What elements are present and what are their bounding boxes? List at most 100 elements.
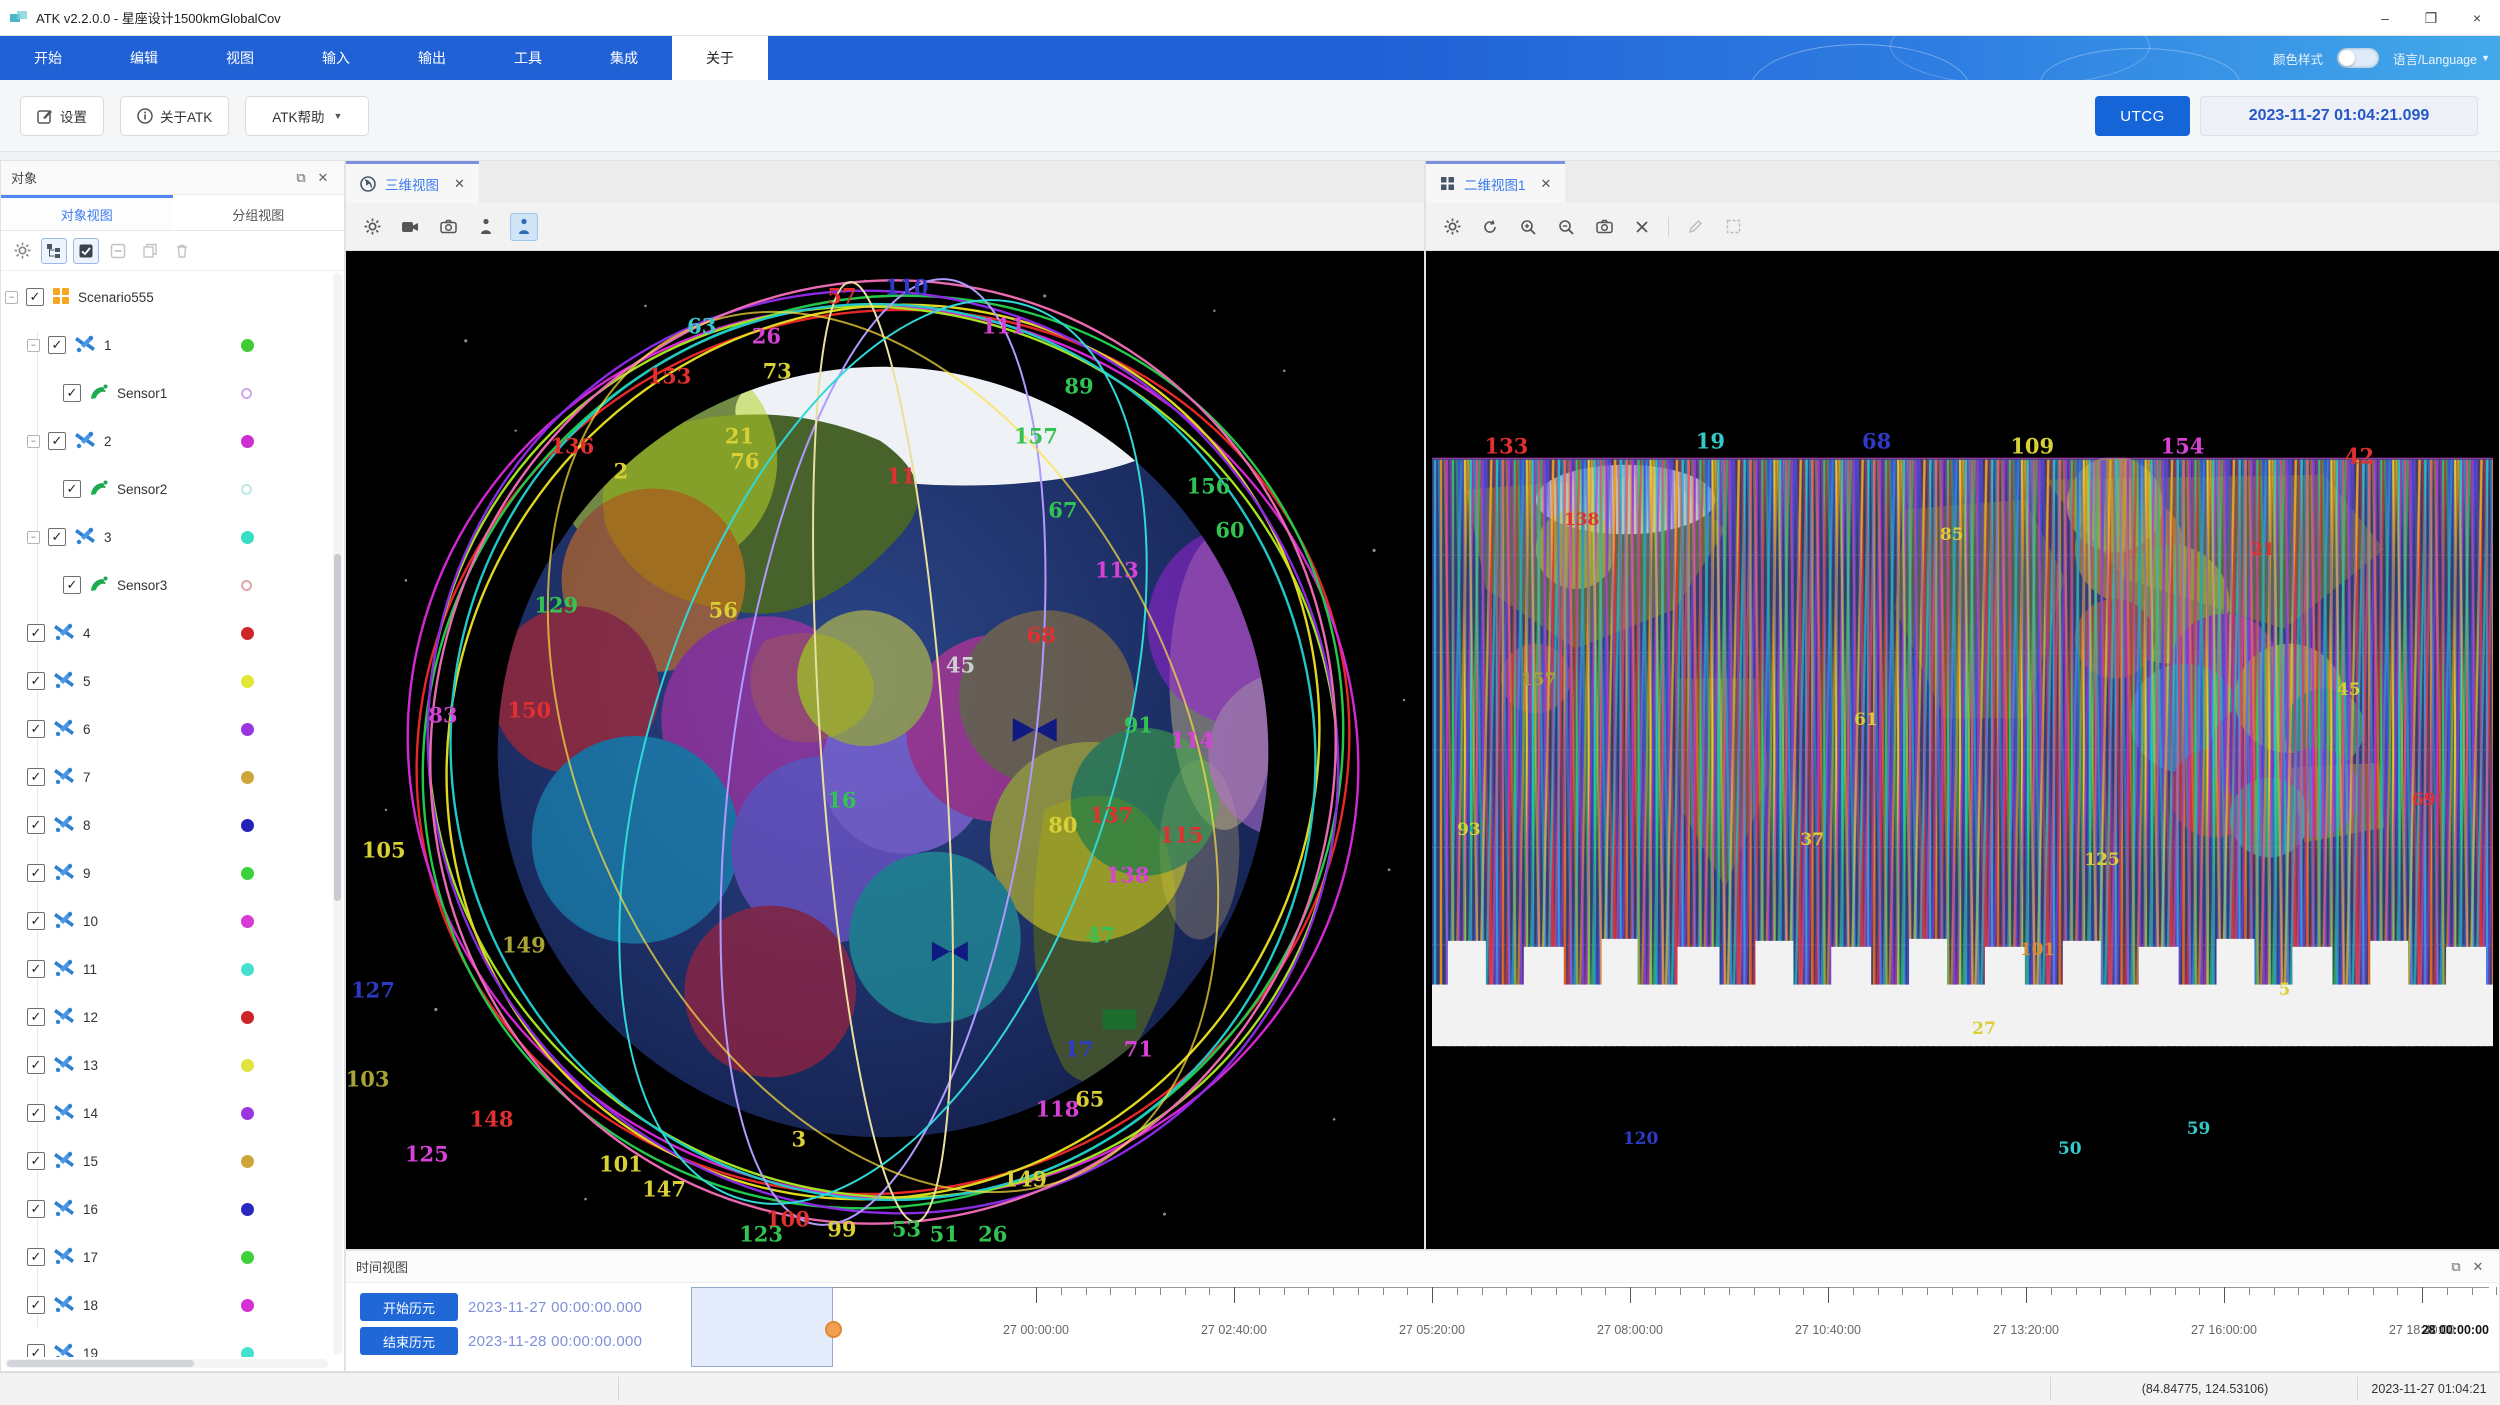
checkbox[interactable]: ✓ — [27, 1104, 45, 1122]
tab-2d-view[interactable]: 二维视图1 ✕ — [1426, 161, 1565, 203]
delete-icon[interactable] — [169, 238, 195, 264]
checkbox[interactable]: ✓ — [27, 864, 45, 882]
close-panel-icon[interactable]: ✕ — [312, 167, 334, 189]
checkbox[interactable]: ✓ — [27, 1344, 45, 1357]
float-panel-icon[interactable]: ⧉ — [290, 167, 312, 189]
observer-view-icon[interactable] — [472, 213, 500, 241]
tree-item-satellite-14[interactable]: ✓14 — [1, 1089, 332, 1137]
theme-toggle[interactable] — [2337, 48, 2379, 68]
close-panel-icon[interactable]: ✕ — [2467, 1256, 2489, 1278]
checkbox[interactable]: ✓ — [27, 1152, 45, 1170]
checkbox[interactable]: ✓ — [27, 1200, 45, 1218]
float-panel-icon[interactable]: ⧉ — [2445, 1256, 2467, 1278]
timeline-selected-range[interactable] — [691, 1287, 833, 1367]
checkbox[interactable]: ✓ — [48, 528, 66, 546]
menu-item-关于[interactable]: 关于 — [672, 36, 768, 80]
tree-item-satellite-15[interactable]: ✓15 — [1, 1137, 332, 1185]
end-epoch-button[interactable]: 结束历元 — [360, 1327, 458, 1355]
measure-pencil-icon[interactable] — [1681, 213, 1709, 241]
tree-item-satellite-19[interactable]: ✓19 — [1, 1329, 332, 1357]
checkbox[interactable]: ✓ — [27, 1296, 45, 1314]
tree-item-satellite-17[interactable]: ✓17 — [1, 1233, 332, 1281]
tree-item-satellite-1[interactable]: −✓1 — [1, 321, 332, 369]
checkbox[interactable]: ✓ — [63, 576, 81, 594]
view2d-settings-icon[interactable] — [1438, 213, 1466, 241]
checkbox[interactable]: ✓ — [27, 1008, 45, 1026]
checkbox[interactable]: ✓ — [27, 672, 45, 690]
checkbox[interactable]: ✓ — [27, 960, 45, 978]
checkbox[interactable]: ✓ — [48, 336, 66, 354]
menu-item-视图[interactable]: 视图 — [192, 36, 288, 80]
checkbox[interactable]: ✓ — [27, 1056, 45, 1074]
tree-item-satellite-8[interactable]: ✓8 — [1, 801, 332, 849]
checkbox[interactable]: ✓ — [27, 816, 45, 834]
viewport-2d[interactable]: 1331968109154421381578561214537931256910… — [1426, 251, 2499, 1249]
snapshot-camera-icon[interactable] — [434, 213, 462, 241]
tree-item-satellite-4[interactable]: ✓4 — [1, 609, 332, 657]
follow-view-icon[interactable] — [510, 213, 538, 241]
close-button[interactable]: × — [2454, 0, 2500, 36]
tree-item-satellite-5[interactable]: ✓5 — [1, 657, 332, 705]
tree-item-Sensor3[interactable]: ✓Sensor3 — [1, 561, 332, 609]
clear-icon[interactable] — [1628, 213, 1656, 241]
refresh-icon[interactable] — [1476, 213, 1504, 241]
menu-item-编辑[interactable]: 编辑 — [96, 36, 192, 80]
tree-item-satellite-3[interactable]: −✓3 — [1, 513, 332, 561]
object-panel-tab[interactable]: 分组视图 — [173, 195, 345, 230]
tree-item-satellite-11[interactable]: ✓11 — [1, 945, 332, 993]
tree-item-satellite-18[interactable]: ✓18 — [1, 1281, 332, 1329]
view3d-settings-icon[interactable] — [358, 213, 386, 241]
timeline-ruler[interactable]: 27 00:00:0027 02:40:0027 05:20:0027 08:0… — [691, 1287, 2489, 1371]
record-video-icon[interactable] — [396, 213, 424, 241]
maximize-button[interactable]: ❐ — [2408, 0, 2454, 36]
close-icon[interactable]: ✕ — [1541, 176, 1552, 192]
language-menu[interactable]: 语言/Language ▼ — [2393, 49, 2490, 68]
tab-3d-view[interactable]: 三维视图 ✕ — [346, 161, 479, 203]
tree-horizontal-scrollbar[interactable] — [5, 1359, 328, 1368]
checkbox[interactable]: ✓ — [48, 432, 66, 450]
checkbox[interactable]: ✓ — [27, 1248, 45, 1266]
checkbox[interactable]: ✓ — [27, 768, 45, 786]
expander-icon[interactable]: − — [27, 339, 40, 352]
tree-item-satellite-2[interactable]: −✓2 — [1, 417, 332, 465]
tree-item-satellite-13[interactable]: ✓13 — [1, 1041, 332, 1089]
zoom-in-icon[interactable] — [1514, 213, 1542, 241]
checkbox[interactable]: ✓ — [27, 720, 45, 738]
about-atk-button[interactable]: 关于ATK — [120, 96, 229, 136]
tree-item-Sensor2[interactable]: ✓Sensor2 — [1, 465, 332, 513]
checkbox[interactable]: ✓ — [63, 480, 81, 498]
menu-item-输出[interactable]: 输出 — [384, 36, 480, 80]
snapshot-camera-icon[interactable] — [1590, 213, 1618, 241]
tree-item-Sensor1[interactable]: ✓Sensor1 — [1, 369, 332, 417]
atk-help-button[interactable]: ATK帮助 ▼ — [245, 96, 369, 136]
settings-button[interactable]: 设置 — [20, 96, 104, 136]
uncheck-all-icon[interactable] — [105, 238, 131, 264]
expander-icon[interactable]: − — [27, 531, 40, 544]
tree-item-satellite-16[interactable]: ✓16 — [1, 1185, 332, 1233]
close-icon[interactable]: ✕ — [454, 176, 465, 192]
expander-icon[interactable]: − — [27, 435, 40, 448]
object-panel-tab[interactable]: 对象视图 — [1, 195, 173, 230]
tree-view-icon[interactable] — [41, 238, 67, 264]
tree-item-satellite-9[interactable]: ✓9 — [1, 849, 332, 897]
viewport-3d[interactable]: 5711011189632615373217613621115767156601… — [346, 251, 1424, 1249]
tree-item-satellite-7[interactable]: ✓7 — [1, 753, 332, 801]
tree-vertical-scrollbar[interactable] — [333, 273, 342, 1355]
timeline-handle[interactable] — [825, 1321, 842, 1338]
start-epoch-button[interactable]: 开始历元 — [360, 1293, 458, 1321]
region-select-icon[interactable] — [1719, 213, 1747, 241]
tree-item-scenario[interactable]: −✓Scenario555 — [1, 273, 332, 321]
check-all-icon[interactable] — [73, 238, 99, 264]
checkbox[interactable]: ✓ — [63, 384, 81, 402]
tree-item-satellite-6[interactable]: ✓6 — [1, 705, 332, 753]
menu-item-开始[interactable]: 开始 — [0, 36, 96, 80]
minimize-button[interactable]: – — [2362, 0, 2408, 36]
zoom-out-icon[interactable] — [1552, 213, 1580, 241]
menu-item-工具[interactable]: 工具 — [480, 36, 576, 80]
expander-icon[interactable]: − — [5, 291, 18, 304]
checkbox[interactable]: ✓ — [27, 624, 45, 642]
tree-item-satellite-10[interactable]: ✓10 — [1, 897, 332, 945]
copy-icon[interactable] — [137, 238, 163, 264]
checkbox[interactable]: ✓ — [27, 912, 45, 930]
menu-item-集成[interactable]: 集成 — [576, 36, 672, 80]
